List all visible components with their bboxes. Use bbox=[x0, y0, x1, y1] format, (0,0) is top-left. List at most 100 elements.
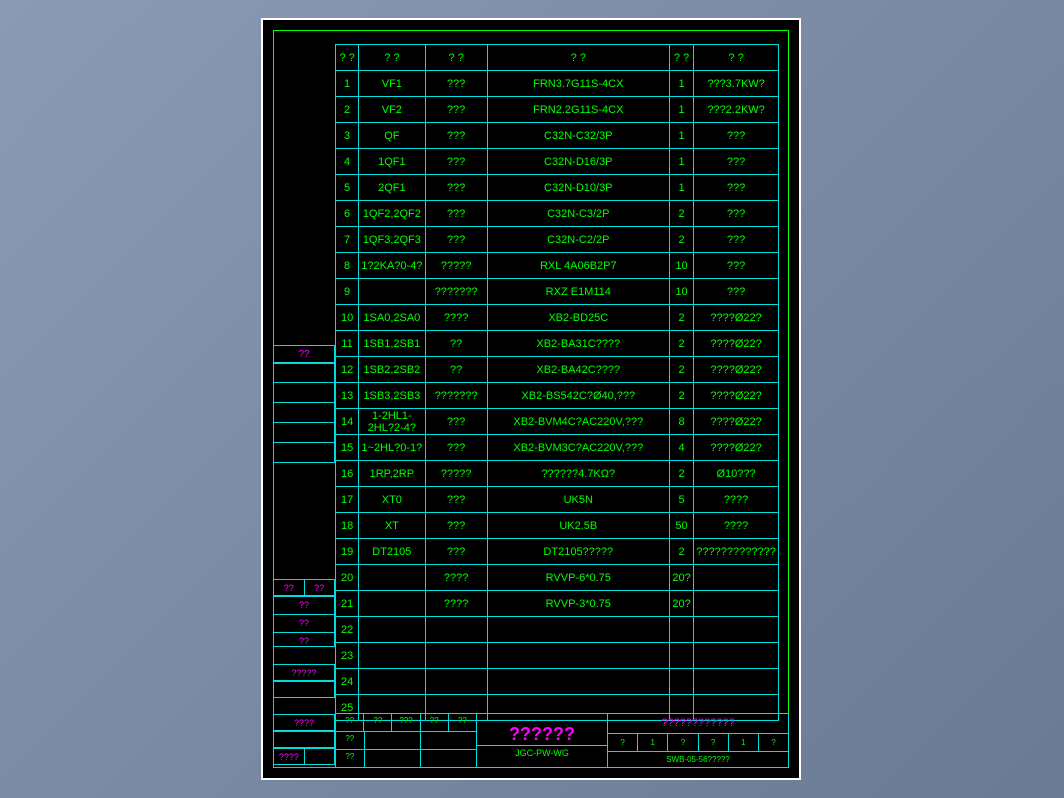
bom-cell: ??? bbox=[425, 227, 487, 253]
bom-cell: XB2-BA31C???? bbox=[487, 331, 669, 357]
bom-cell bbox=[359, 591, 425, 617]
bom-cell: ????Ø22? bbox=[694, 409, 779, 435]
bom-cell: 1 bbox=[669, 97, 693, 123]
bom-cell bbox=[694, 617, 779, 643]
bom-cell: ????? bbox=[425, 461, 487, 487]
bom-cell: 2 bbox=[669, 357, 693, 383]
bom-cell: 1 bbox=[669, 123, 693, 149]
bom-cell: ????Ø22? bbox=[694, 331, 779, 357]
bom-row: 20????RVVP-6*0.7520? bbox=[336, 565, 779, 591]
bom-cell: 2 bbox=[669, 383, 693, 409]
bom-cell: DT2105 bbox=[359, 539, 425, 565]
bom-cell: ??? bbox=[425, 123, 487, 149]
bom-row: 18XT???UK2.5B50???? bbox=[336, 513, 779, 539]
bom-row: 111SB1,2SB1??XB2-BA31C????2????Ø22? bbox=[336, 331, 779, 357]
bom-cell: ??? bbox=[425, 435, 487, 461]
bom-cell bbox=[487, 669, 669, 695]
bom-cell: Ø10??? bbox=[694, 461, 779, 487]
bom-cell: UK2.5B bbox=[487, 513, 669, 539]
bom-row: 19DT2105???DT2105?????2????????????? bbox=[336, 539, 779, 565]
bom-cell: ??? bbox=[425, 487, 487, 513]
bom-cell: 12 bbox=[336, 357, 359, 383]
bom-cell: 8 bbox=[336, 253, 359, 279]
bom-cell: 20? bbox=[669, 565, 693, 591]
bom-row: 151~2HL?0-1????XB2-BVM3C?AC220V,???4????… bbox=[336, 435, 779, 461]
bom-cell: 1SB1,2SB1 bbox=[359, 331, 425, 357]
bom-cell bbox=[487, 643, 669, 669]
bom-header: ? ? ? ? ? ? ? ? ? ? ? ? bbox=[336, 45, 779, 71]
bom-cell bbox=[425, 643, 487, 669]
bom-cell: ????Ø22? bbox=[694, 305, 779, 331]
bom-cell: ????Ø22? bbox=[694, 383, 779, 409]
bom-cell: 8 bbox=[669, 409, 693, 435]
bom-cell: ??? bbox=[694, 253, 779, 279]
bom-cell: ??????? bbox=[425, 279, 487, 305]
bom-cell bbox=[359, 669, 425, 695]
bom-cell: 9 bbox=[336, 279, 359, 305]
bom-row: 9???????RXZ E1M11410??? bbox=[336, 279, 779, 305]
bom-cell: ?? bbox=[425, 357, 487, 383]
bom-cell: ??????? bbox=[425, 383, 487, 409]
bom-cell: VF1 bbox=[359, 71, 425, 97]
bom-cell: ????Ø22? bbox=[694, 357, 779, 383]
bom-cell: 2 bbox=[669, 201, 693, 227]
bom-cell: 1SB2,2SB2 bbox=[359, 357, 425, 383]
bom-row: 161RP,2RP???????????4.7KΩ?2Ø10??? bbox=[336, 461, 779, 487]
bom-cell: 1 bbox=[669, 71, 693, 97]
bom-cell: 7 bbox=[336, 227, 359, 253]
bom-cell: ????????????? bbox=[694, 539, 779, 565]
bom-row: 1VF1???FRN3.7G11S-4CX1???3.7KW? bbox=[336, 71, 779, 97]
bom-cell: XB2-BA42C???? bbox=[487, 357, 669, 383]
bom-cell bbox=[669, 669, 693, 695]
side-label-3: ????? bbox=[273, 664, 335, 681]
bom-row: 23 bbox=[336, 643, 779, 669]
bom-cell: 2 bbox=[336, 97, 359, 123]
drawing-number: SWB-05-56????? bbox=[608, 752, 788, 767]
side-stack-2: ?? ?? ?? bbox=[273, 596, 335, 647]
bom-cell bbox=[487, 617, 669, 643]
bom-cell bbox=[359, 617, 425, 643]
side-blank-1 bbox=[273, 681, 335, 698]
bom-cell: ??? bbox=[425, 97, 487, 123]
bom-cell: 1QF2,2QF2 bbox=[359, 201, 425, 227]
bom-cell: ??????4.7KΩ? bbox=[487, 461, 669, 487]
bom-row: 2VF2???FRN2.2G11S-4CX1???2.2KW? bbox=[336, 97, 779, 123]
bom-cell: ??? bbox=[425, 201, 487, 227]
bom-cell: 10 bbox=[336, 305, 359, 331]
bom-cell: 10 bbox=[669, 279, 693, 305]
drawing-code: JGC-PW-WG bbox=[477, 745, 607, 758]
bom-cell: ??? bbox=[694, 201, 779, 227]
bom-cell bbox=[359, 643, 425, 669]
bom-cell: 2QF1 bbox=[359, 175, 425, 201]
bom-cell: 19 bbox=[336, 539, 359, 565]
hdr-code: ? ? bbox=[359, 45, 425, 71]
bom-cell: XT bbox=[359, 513, 425, 539]
bom-cell: 15 bbox=[336, 435, 359, 461]
bom-cell: 5 bbox=[669, 487, 693, 513]
bom-cell: ????Ø22? bbox=[694, 435, 779, 461]
bom-cell: FRN2.2G11S-4CX bbox=[487, 97, 669, 123]
bom-cell: 22 bbox=[336, 617, 359, 643]
bom-cell: VF2 bbox=[359, 97, 425, 123]
drawing-sheet: ? ? ? ? ? ? ? ? ? ? ? ? 1VF1???FRN3.7G11… bbox=[261, 18, 801, 780]
bom-cell: ??? bbox=[694, 123, 779, 149]
bom-row: 121SB2,2SB2??XB2-BA42C????2????Ø22? bbox=[336, 357, 779, 383]
bom-cell: ???? bbox=[694, 487, 779, 513]
bom-row: 141-2HL1-2HL?2-4????XB2-BVM4C?AC220V,???… bbox=[336, 409, 779, 435]
bom-cell: XB2-BD25C bbox=[487, 305, 669, 331]
bom-cell: 2 bbox=[669, 331, 693, 357]
bom-cell: 20? bbox=[669, 591, 693, 617]
bom-cell bbox=[669, 617, 693, 643]
side-label-4: ???? bbox=[273, 714, 335, 731]
bom-row: 21????RVVP-3*0.7520? bbox=[336, 591, 779, 617]
bom-cell: 10 bbox=[669, 253, 693, 279]
bom-cell: ???? bbox=[694, 513, 779, 539]
bom-cell: C32N-D10/3P bbox=[487, 175, 669, 201]
bom-cell: 16 bbox=[336, 461, 359, 487]
bom-row: 52QF1???C32N-D10/3P1??? bbox=[336, 175, 779, 201]
bom-cell: RXZ E1M114 bbox=[487, 279, 669, 305]
bom-cell: 17 bbox=[336, 487, 359, 513]
bom-cell: 1~2HL?0-1? bbox=[359, 435, 425, 461]
bom-cell: 1?2KA?0-4? bbox=[359, 253, 425, 279]
bom-row: 3QF???C32N-C32/3P1??? bbox=[336, 123, 779, 149]
